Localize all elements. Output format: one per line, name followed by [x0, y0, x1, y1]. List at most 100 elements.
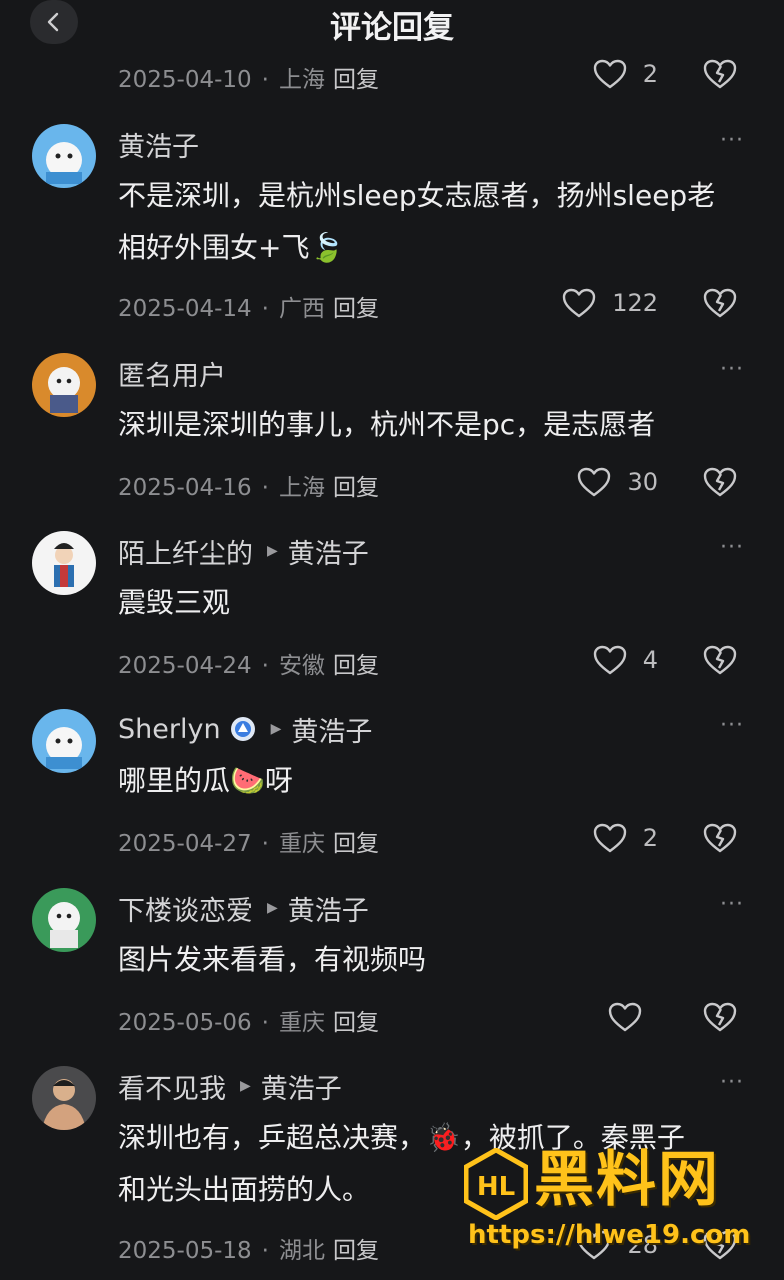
avatar[interactable]	[32, 888, 96, 952]
reply-to-username[interactable]: 黄浩子	[288, 532, 369, 571]
like-count: 2	[642, 824, 658, 852]
dislike-button[interactable]	[700, 462, 740, 502]
dislike-button[interactable]	[700, 640, 740, 680]
comment-date: 2025-04-10	[118, 67, 252, 93]
comment-item: 陌上纤尘的 ▶ 黄浩子 ··· 震毁三观 2025-04-24 · 安徽 回复 4	[0, 531, 784, 681]
reply-to-username[interactable]: 黄浩子	[288, 889, 369, 928]
comment-location: 上海	[278, 67, 325, 93]
broken-heart-icon	[703, 467, 737, 497]
comment-item: 匿名用户 ··· 深圳是深圳的事儿，杭州不是pc，是志愿者 2025-04-16…	[0, 353, 784, 503]
reply-button[interactable]: 回复	[333, 1010, 379, 1036]
broken-heart-icon	[703, 823, 737, 853]
like-button[interactable]: 2	[593, 54, 658, 94]
avatar[interactable]	[32, 353, 96, 417]
like-button[interactable]	[608, 997, 658, 1037]
like-count: 30	[627, 468, 658, 496]
dislike-button[interactable]	[700, 818, 740, 858]
reply-button[interactable]: 回复	[333, 1238, 379, 1264]
username[interactable]: Sherlyn	[118, 714, 221, 745]
comment-location: 上海	[278, 475, 325, 501]
watermark-logo-text: HL	[477, 1172, 515, 1202]
more-options-icon[interactable]: ···	[720, 357, 748, 382]
avatar[interactable]	[32, 1066, 96, 1130]
comment-text: 哪里的瓜🍉呀	[118, 764, 293, 797]
like-button[interactable]: 30	[577, 462, 658, 502]
comment-meta-row: 2025-04-16 · 上海 回复 30	[118, 462, 758, 502]
comment-meta-row: 2025-04-14 · 广西 回复 122	[118, 283, 758, 323]
like-count: 122	[612, 289, 658, 317]
heart-icon	[578, 467, 611, 497]
broken-heart-icon	[703, 59, 737, 89]
comment-date: 2025-04-14	[118, 296, 252, 322]
page-title: 评论回复	[330, 10, 454, 46]
comment-date: 2025-05-18	[118, 1238, 252, 1264]
dislike-button[interactable]	[700, 283, 740, 323]
more-options-icon[interactable]: ···	[720, 128, 748, 153]
username[interactable]: 看不见我	[118, 1067, 226, 1106]
username[interactable]: 匿名用户	[118, 354, 226, 393]
username-row: 匿名用户	[118, 353, 226, 393]
reply-arrow-icon: ▶	[267, 900, 278, 916]
username-row: 下楼谈恋爱 ▶ 黄浩子	[118, 888, 369, 928]
reply-button[interactable]: 回复	[333, 653, 379, 679]
comment-text: 不是深圳，是杭州sleep女志愿者，扬州sleep老 相好外围女+飞🍃	[118, 179, 716, 264]
comment-date: 2025-04-16	[118, 475, 252, 501]
reply-button[interactable]: 回复	[333, 475, 379, 501]
like-count: 4	[642, 646, 658, 674]
reply-to-username[interactable]: 黄浩子	[261, 1067, 342, 1106]
dislike-button[interactable]	[700, 997, 740, 1037]
comment-date: 2025-05-06	[118, 1010, 252, 1036]
heart-icon	[593, 59, 626, 89]
avatar[interactable]	[32, 124, 96, 188]
comment-item: 黄浩子 ··· 不是深圳，是杭州sleep女志愿者，扬州sleep老 相好外围女…	[0, 124, 784, 334]
avatar[interactable]	[32, 709, 96, 773]
more-options-icon[interactable]: ···	[720, 713, 748, 738]
comment-location: 安徽	[278, 653, 325, 679]
comment-meta-row: 2025-04-24 · 安徽 回复 4	[118, 640, 758, 680]
comment-meta-row: 2025-04-27 · 重庆 回复 2	[118, 818, 758, 858]
reply-to-username[interactable]: 黄浩子	[291, 710, 372, 749]
watermark-brand: 黑料网	[534, 1145, 720, 1215]
username-row: Sherlyn ▶ 黄浩子	[118, 709, 372, 749]
heart-icon	[608, 1002, 642, 1032]
reply-button[interactable]: 回复	[333, 831, 379, 857]
broken-heart-icon	[703, 288, 737, 318]
comment-text: 深圳是深圳的事儿，杭州不是pc，是志愿者	[118, 408, 656, 441]
comment-location: 广西	[278, 296, 325, 322]
username[interactable]: 下楼谈恋爱	[118, 889, 253, 928]
avatar[interactable]	[32, 531, 96, 595]
reply-button[interactable]: 回复	[333, 296, 379, 322]
like-button[interactable]: 2	[593, 818, 658, 858]
like-button[interactable]: 122	[562, 283, 658, 323]
heart-icon	[593, 645, 626, 675]
comment-item: Sherlyn ▶ 黄浩子 ··· 哪里的瓜🍉呀 2025-04-27 · 重庆 回复…	[0, 709, 784, 859]
more-options-icon[interactable]: ···	[720, 535, 748, 560]
reply-arrow-icon: ▶	[267, 543, 278, 559]
more-options-icon[interactable]: ···	[720, 1070, 748, 1095]
dislike-button[interactable]	[700, 54, 740, 94]
reply-arrow-icon: ▶	[270, 721, 282, 737]
broken-heart-icon	[703, 1002, 737, 1032]
comment-date: 2025-04-27	[118, 831, 252, 857]
comment-meta-row: 2025-05-06 · 重庆 回复	[118, 997, 758, 1037]
reply-arrow-icon: ▶	[240, 1078, 251, 1094]
watermark-url: https://hlwe19.com	[468, 1220, 751, 1250]
username[interactable]: 黄浩子	[118, 125, 199, 164]
like-button[interactable]: 4	[593, 640, 658, 680]
watermark-logo-icon: HL	[464, 1148, 528, 1220]
comment-item: 下楼谈恋爱 ▶ 黄浩子 ··· 图片发来看看，有视频吗 2025-05-06 · 重…	[0, 888, 784, 1038]
reply-button[interactable]: 回复	[333, 67, 379, 93]
top-bar: 评论回复	[0, 0, 784, 48]
comment-meta-row: 2025-04-10 · 上海 回复 2	[118, 54, 758, 94]
comment-text: 震毁三观	[118, 586, 231, 619]
username[interactable]: 陌上纤尘的	[118, 532, 253, 571]
comment-location: 重庆	[278, 831, 325, 857]
watermark: HL 黑料网 https://hlwe19.com	[462, 1140, 762, 1260]
more-options-icon[interactable]: ···	[720, 892, 748, 917]
username-row: 看不见我 ▶ 黄浩子	[118, 1066, 342, 1106]
comment-text: 图片发来看看，有视频吗	[118, 943, 427, 976]
comment-date: 2025-04-24	[118, 653, 252, 679]
like-count: 2	[642, 60, 658, 88]
comment-location: 重庆	[278, 1010, 325, 1036]
broken-heart-icon	[703, 645, 737, 675]
